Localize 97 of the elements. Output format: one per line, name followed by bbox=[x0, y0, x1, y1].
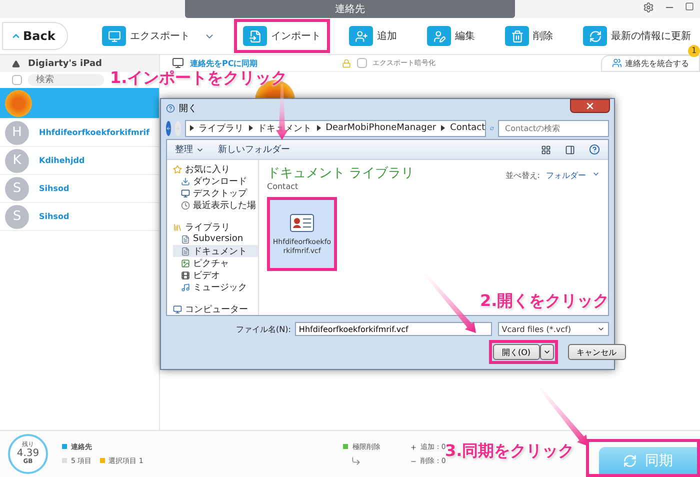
window-title: 連絡先 bbox=[185, 0, 515, 18]
encrypt-checkbox[interactable] bbox=[356, 58, 367, 68]
contact-row[interactable]: K Kdihehjdd bbox=[0, 147, 159, 175]
open-dropdown[interactable] bbox=[540, 344, 554, 360]
separator-icon bbox=[248, 125, 253, 131]
caret-icon bbox=[542, 348, 551, 356]
contact-name: Hhfdifeorfkoekforkifmrif bbox=[39, 128, 150, 137]
lock-icon bbox=[342, 58, 351, 68]
contact-row[interactable]: H Hhfdifeorfkoekforkifmrif bbox=[0, 119, 159, 147]
photo-placeholder bbox=[5, 90, 32, 116]
music-icon bbox=[181, 282, 190, 292]
filetype-dropdown[interactable]: Vcard files (*.vcf) bbox=[498, 322, 609, 336]
contact-card-icon bbox=[290, 214, 314, 232]
separator-icon bbox=[441, 125, 446, 131]
star-icon bbox=[173, 164, 182, 174]
download-icon bbox=[181, 176, 190, 186]
annotation-text: 2.開くをクリック bbox=[480, 291, 610, 312]
help-icon bbox=[166, 104, 175, 112]
contact-name: Sihsod bbox=[39, 184, 70, 193]
open-button[interactable]: 開く(O) bbox=[493, 344, 540, 360]
nav-item[interactable]: ライブラリ bbox=[173, 221, 258, 233]
annotation-text: 3.同期をクリック bbox=[445, 441, 574, 460]
breadcrumb[interactable]: ライブラリ bbox=[198, 122, 244, 134]
avatar: K bbox=[5, 148, 29, 172]
import-icon bbox=[243, 26, 267, 46]
edit-contact-icon bbox=[427, 26, 451, 46]
contact-row[interactable]: S Sihsod bbox=[0, 203, 159, 231]
close-button[interactable] bbox=[570, 99, 610, 113]
desktop-icon bbox=[181, 188, 190, 198]
library-title: ドキュメント ライブラリ bbox=[267, 165, 414, 182]
sync-icon bbox=[623, 454, 637, 468]
pointer-arrow bbox=[274, 84, 290, 140]
device-row[interactable]: Digiarty's iPad bbox=[0, 55, 159, 72]
caret-icon bbox=[597, 325, 605, 333]
sort-label: 並べ替え: bbox=[505, 170, 540, 181]
nav-item[interactable]: Subversion bbox=[173, 233, 258, 245]
dialog-title: 開く bbox=[179, 102, 197, 114]
maximize-icon[interactable] bbox=[685, 2, 694, 11]
film-icon bbox=[181, 270, 190, 280]
breadcrumb[interactable]: Contact bbox=[450, 123, 486, 133]
address-bar[interactable]: ライブラリ ドキュメント DearMobiPhoneManager Contact bbox=[184, 120, 486, 136]
sync-to-pc-link[interactable]: 連絡先をPCに同期 bbox=[190, 58, 258, 68]
trash-icon bbox=[505, 26, 529, 46]
branch-icon bbox=[351, 456, 362, 466]
separator-icon bbox=[190, 125, 194, 131]
help-icon[interactable] bbox=[589, 144, 600, 155]
view-icon[interactable] bbox=[541, 144, 551, 154]
nav-item[interactable]: コンピューター bbox=[173, 303, 258, 315]
eject-icon[interactable] bbox=[12, 60, 20, 68]
breadcrumb[interactable]: DearMobiPhoneManager bbox=[326, 123, 436, 133]
avatar: H bbox=[5, 120, 29, 144]
nav-item[interactable]: お気に入り bbox=[173, 163, 258, 175]
nav-item[interactable]: デスクトップ bbox=[173, 187, 258, 199]
sync-pc-icon bbox=[172, 57, 184, 69]
nav-item[interactable]: 最近表示した場 bbox=[173, 199, 258, 211]
select-all-checkbox[interactable] bbox=[12, 75, 22, 85]
contact-row[interactable]: S Sihsod bbox=[0, 175, 159, 203]
contact-name: Sihsod bbox=[39, 212, 70, 221]
library-icon bbox=[173, 222, 182, 232]
back-button[interactable]: Back bbox=[2, 22, 68, 50]
close-icon bbox=[585, 101, 595, 111]
monitor-icon bbox=[102, 26, 126, 46]
nav-item[interactable]: ドキュメント bbox=[173, 245, 258, 257]
refresh-icon bbox=[583, 26, 607, 46]
command-button[interactable]: 新しいフォルダー bbox=[218, 143, 290, 156]
library-subtitle: Contact bbox=[267, 182, 300, 191]
add-contact-icon bbox=[349, 26, 373, 46]
picture-icon bbox=[181, 258, 190, 268]
nav-item[interactable]: ダウンロード bbox=[173, 175, 258, 187]
clock-icon bbox=[181, 200, 190, 210]
document-icon bbox=[181, 246, 190, 256]
search-field[interactable]: 検索 bbox=[28, 74, 104, 86]
contact-row[interactable] bbox=[0, 88, 159, 119]
back-icon[interactable] bbox=[166, 120, 172, 136]
separator-icon bbox=[316, 125, 321, 131]
sort-dropdown[interactable]: フォルダー bbox=[546, 170, 586, 181]
nav-item[interactable]: ピクチャ bbox=[173, 257, 258, 269]
cancel-button[interactable]: キャンセル bbox=[568, 344, 626, 360]
filename-label: ファイル名(N): bbox=[236, 324, 291, 334]
merge-contacts-button[interactable]: 連絡先を統合する bbox=[601, 54, 700, 72]
nav-item[interactable]: ビデオ bbox=[173, 269, 258, 281]
people-icon bbox=[612, 58, 622, 68]
caret-icon bbox=[592, 170, 600, 178]
filename-field[interactable]: Hhfdifeorfkoekforkifmrif.vcf bbox=[294, 322, 492, 336]
settings-icon[interactable] bbox=[643, 2, 654, 13]
breadcrumb[interactable]: ドキュメント bbox=[258, 122, 312, 134]
toolbar-button[interactable]: インポート bbox=[234, 19, 330, 53]
search-field[interactable]: Contactの検索 bbox=[498, 120, 609, 136]
plus-icon bbox=[410, 444, 418, 450]
computer-icon bbox=[173, 304, 182, 314]
nav-item[interactable]: ミュージック bbox=[173, 281, 258, 293]
command-button[interactable]: 整理 bbox=[175, 143, 204, 156]
contact-name: Kdihehjdd bbox=[39, 156, 85, 165]
preview-pane-icon[interactable] bbox=[565, 144, 575, 154]
document-icon bbox=[181, 234, 190, 244]
avatar: S bbox=[5, 176, 29, 200]
avatar: S bbox=[5, 204, 29, 228]
